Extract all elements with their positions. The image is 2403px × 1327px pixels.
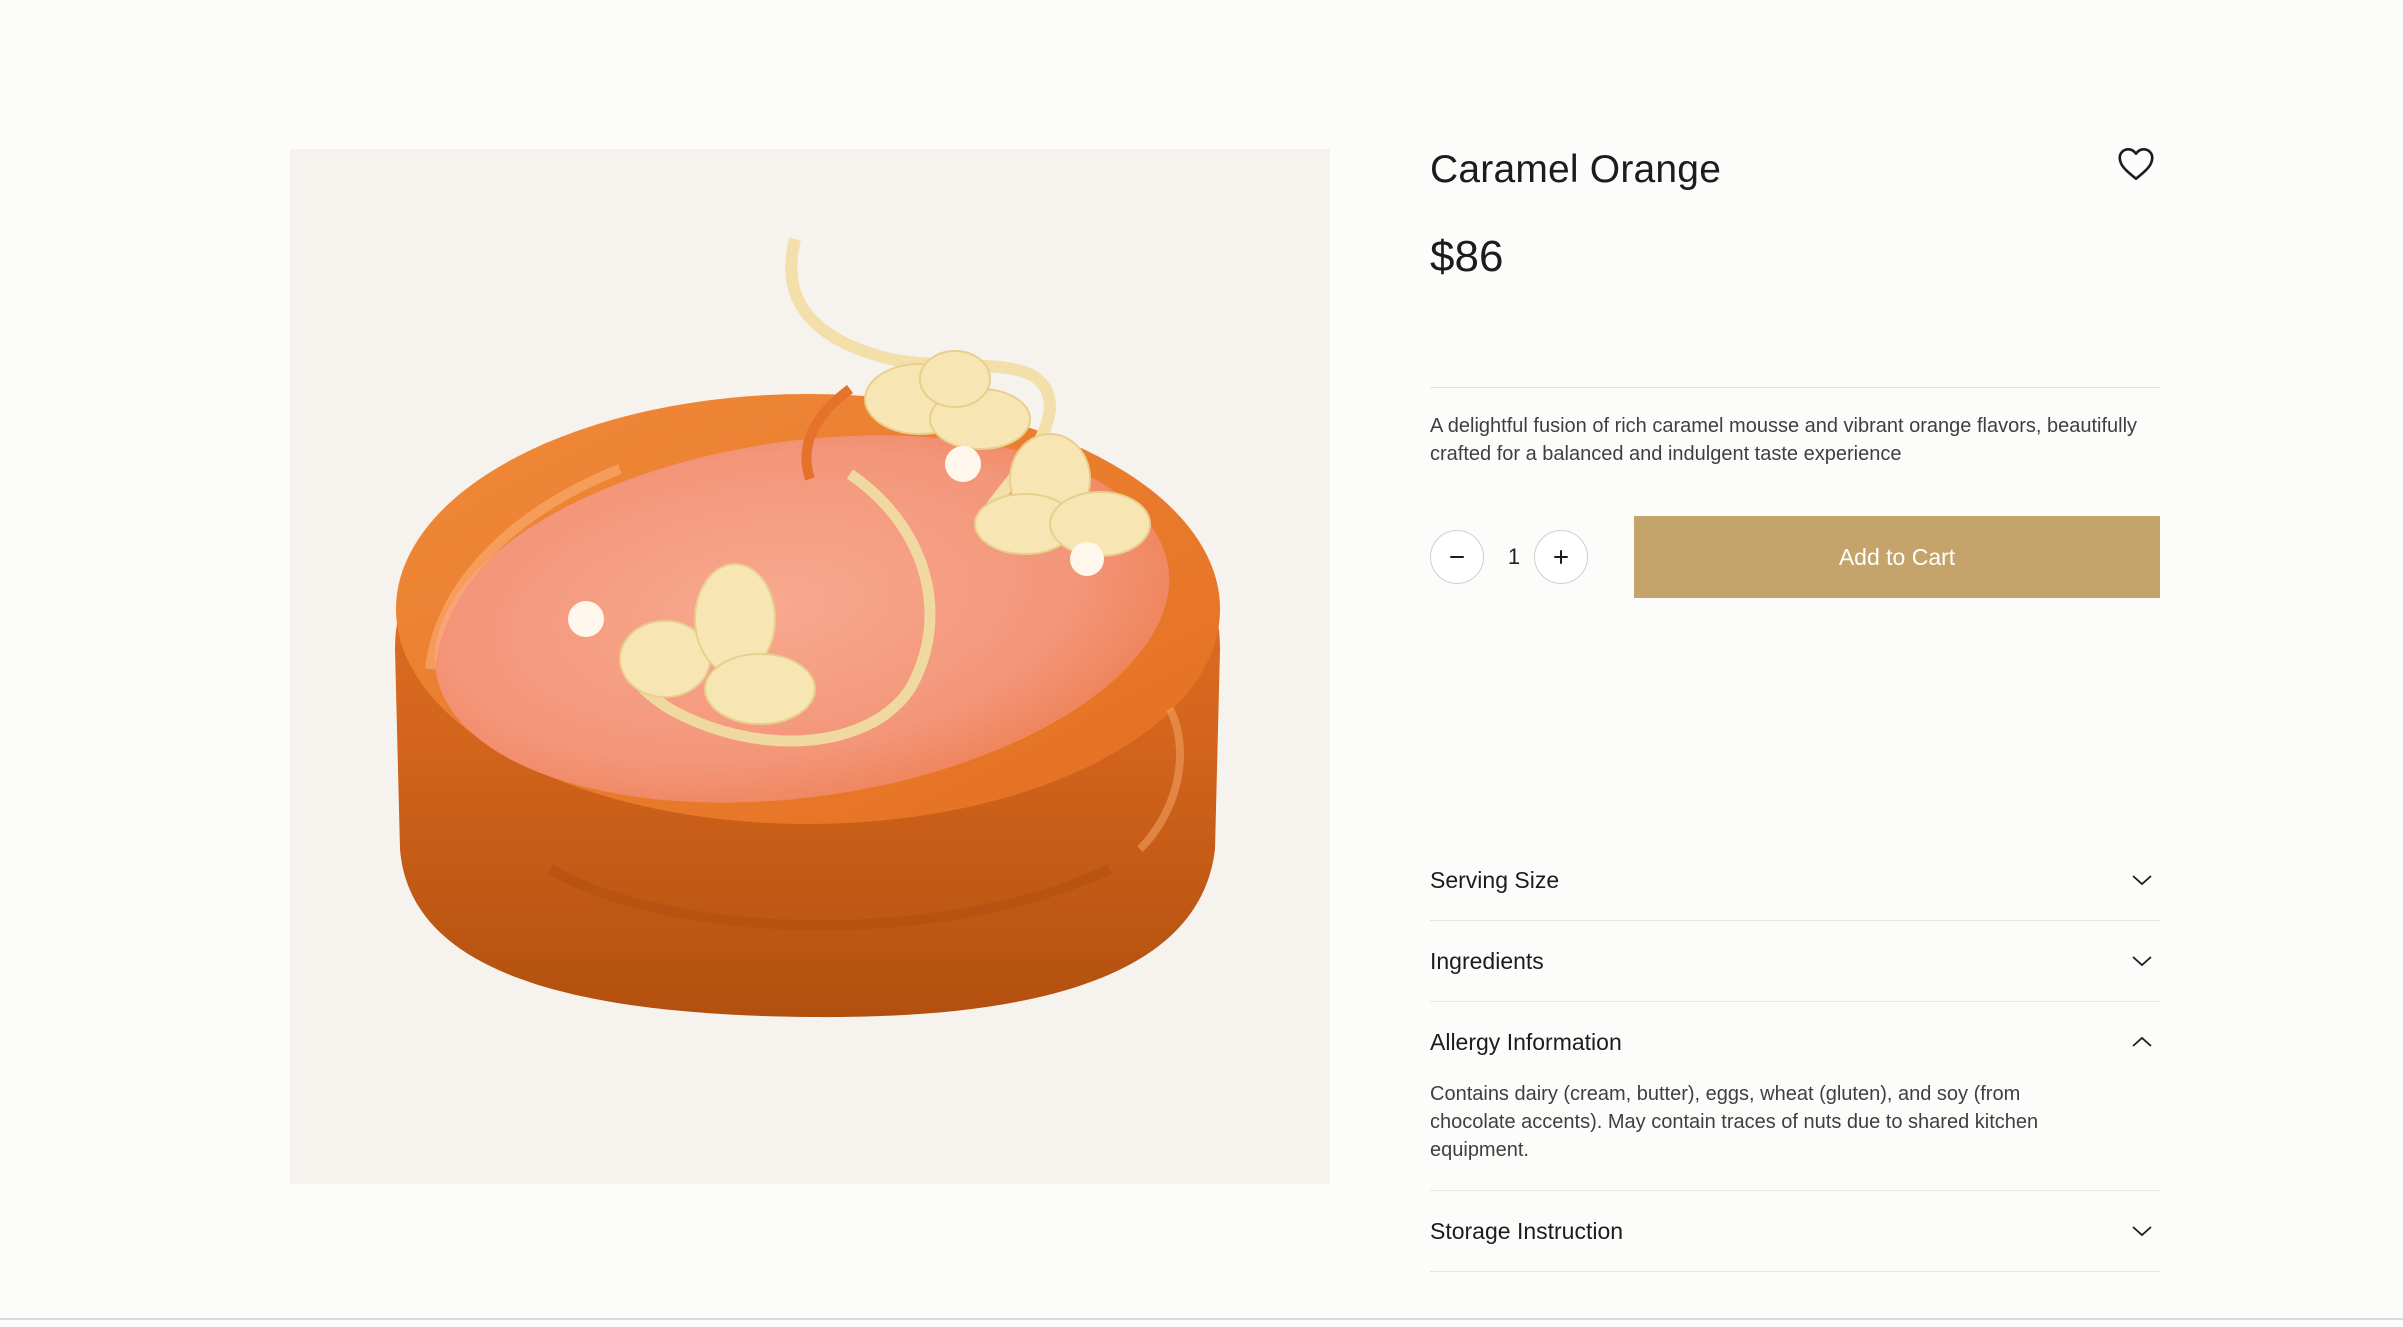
accordion-header-ingredients[interactable]: Ingredients [1430,921,2160,1001]
accordion-title: Allergy Information [1430,1028,1622,1055]
accordion-item-storage-instruction: Storage Instruction [1430,1191,2160,1272]
accordion-item-serving-size: Serving Size [1430,840,2160,921]
chevron-up-icon [2128,1028,2156,1056]
accordion-title: Serving Size [1430,866,1560,893]
product-page: Caramel Orange $86 A delightful fusion o… [0,0,2403,1327]
chevron-down-icon [2128,1217,2156,1245]
quantity-value[interactable]: 1 [1492,530,1536,584]
product-description: A delightful fusion of rich caramel mous… [1430,415,2138,465]
accordion-item-ingredients: Ingredients [1430,921,2160,1002]
chevron-down-icon [2128,866,2156,894]
product-title: Caramel Orange [1430,148,1722,191]
plus-icon [1554,550,1568,564]
cake-illustration [395,237,1220,1018]
accordion-item-allergy-information: Allergy Information Contains dairy (crea… [1430,1002,2160,1191]
quantity-and-cart: 1 Add to Cart [1430,516,2160,598]
accordion-header-storage-instruction[interactable]: Storage Instruction [1430,1191,2160,1271]
chevron-down-icon [2128,947,2156,975]
product-price: $86 [1430,232,1504,281]
accordion-header-serving-size[interactable]: Serving Size [1430,840,2160,920]
divider [1430,387,2160,388]
wishlist-button[interactable] [2112,140,2160,188]
add-to-cart-button[interactable]: Add to Cart [1634,516,2160,598]
product-image [290,149,1330,1184]
product-info-accordion: Serving Size Ingredients Allergy Informa… [1430,840,2160,1272]
accordion-title: Storage Instruction [1430,1217,1624,1244]
accordion-header-allergy-information[interactable]: Allergy Information [1430,1002,2160,1082]
increase-quantity-button[interactable] [1534,530,1588,584]
page-bottom-divider [0,1318,2403,1320]
accordion-title: Ingredients [1430,947,1544,974]
decrease-quantity-button[interactable] [1430,530,1484,584]
heart-outline-icon [2118,148,2154,180]
minus-icon [1450,556,1464,558]
accordion-body-allergy-information: Contains dairy (cream, butter), eggs, wh… [1430,1083,2039,1161]
